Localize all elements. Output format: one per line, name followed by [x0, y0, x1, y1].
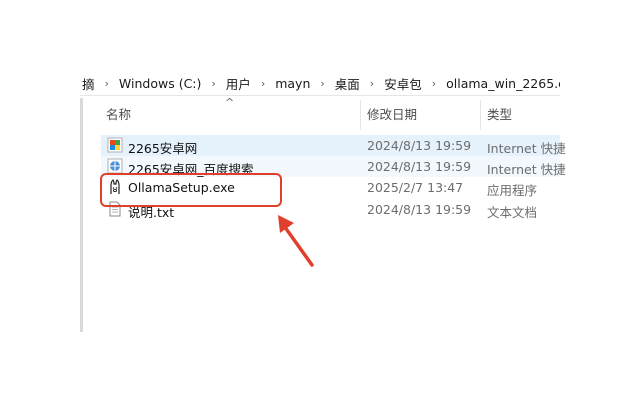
chevron-right-icon[interactable]: ›	[362, 77, 382, 90]
chevron-right-icon[interactable]: ›	[424, 77, 444, 90]
chevron-right-icon[interactable]: ›	[253, 77, 273, 90]
chevron-right-icon[interactable]: ›	[203, 77, 223, 90]
breadcrumb-item[interactable]: ollama_win_2265.com	[444, 76, 560, 91]
column-header-date[interactable]: 修改日期	[367, 104, 417, 123]
file-row[interactable]: 2265安卓网 2024/8/13 19:59 Internet 快捷	[101, 135, 566, 157]
navigation-pane-edge	[80, 98, 83, 332]
column-divider[interactable]	[480, 100, 481, 130]
file-type: Internet 快捷	[487, 141, 566, 156]
breadcrumb-item[interactable]: Windows (C:)	[117, 76, 203, 91]
column-header-name[interactable]: 名称	[106, 104, 131, 123]
file-type: 文本文档	[487, 205, 538, 220]
file-type: Internet 快捷	[487, 162, 566, 177]
internet-shortcut-icon	[107, 137, 123, 153]
file-date: 2024/8/13 19:59	[367, 138, 472, 153]
file-date: 2024/8/13 19:59	[367, 202, 472, 217]
chevron-right-icon[interactable]: ›	[97, 77, 117, 90]
annotation-arrow-icon	[278, 215, 314, 267]
chevron-right-icon[interactable]: ›	[312, 77, 332, 90]
breadcrumb-item[interactable]: 用户	[224, 74, 253, 93]
breadcrumb-item[interactable]: 摘	[80, 74, 97, 93]
breadcrumb[interactable]: 摘 › Windows (C:) › 用户 › mayn › 桌面 › 安卓包 …	[80, 71, 560, 96]
highlight-box	[100, 173, 282, 207]
internet-shortcut-icon	[107, 158, 123, 174]
column-header-type[interactable]: 类型	[487, 104, 512, 123]
column-divider[interactable]	[360, 100, 361, 130]
file-type: 应用程序	[487, 183, 538, 198]
file-name[interactable]: 2265安卓网	[128, 138, 197, 157]
breadcrumb-item[interactable]: 安卓包	[382, 74, 424, 93]
sort-ascending-icon: ^	[225, 96, 235, 109]
file-date: 2024/8/13 19:59	[367, 159, 472, 174]
breadcrumb-item[interactable]: 桌面	[333, 74, 362, 93]
breadcrumb-item[interactable]: mayn	[273, 76, 312, 91]
file-date: 2025/2/7 13:47	[367, 180, 464, 195]
